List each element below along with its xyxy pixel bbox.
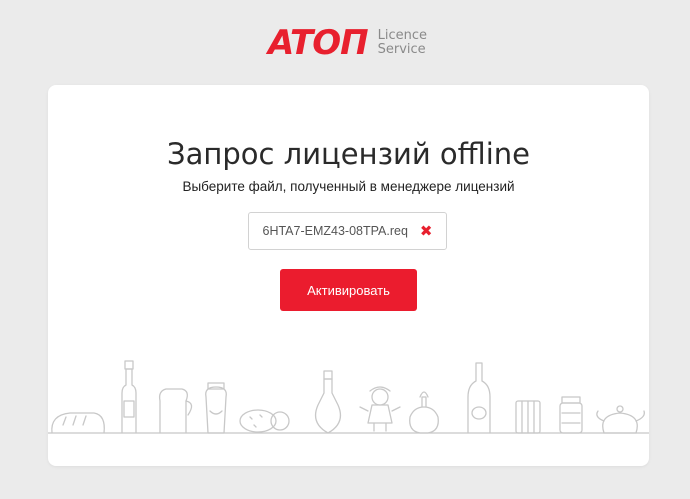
logo-wordmark: ATOΠ	[268, 23, 369, 63]
grocery-illustration	[48, 360, 649, 434]
selected-file-name: 6HTA7-EMZ43-08TPA.req	[262, 224, 408, 238]
page-subtitle: Выберите файл, полученный в менеджере ли…	[182, 179, 515, 194]
logo-subtitle-line1: Licence	[377, 28, 428, 43]
activate-button[interactable]: Активировать	[280, 269, 417, 311]
page-header: ATOΠ Licence Service	[0, 0, 690, 84]
logo-subtitle: Licence Service	[378, 29, 427, 57]
logo-subtitle-line2: Service	[377, 42, 426, 57]
file-upload-field[interactable]: 6HTA7-EMZ43-08TPA.req ✖	[248, 212, 447, 250]
close-icon[interactable]: ✖	[420, 224, 433, 239]
request-card: Запрос лицензий offline Выберите файл, п…	[48, 85, 649, 466]
page-title: Запрос лицензий offline	[167, 137, 530, 171]
aton-logo: ATOΠ Licence Service	[268, 26, 427, 60]
